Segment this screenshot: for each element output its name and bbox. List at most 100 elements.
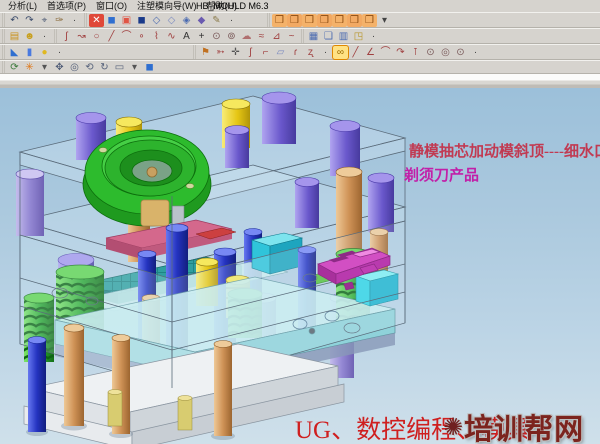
quick-extend-icon[interactable]: ʐ: [303, 46, 318, 59]
circle-icon[interactable]: ○: [89, 30, 104, 43]
offset-curve-icon[interactable]: ~: [284, 30, 299, 43]
menu-window[interactable]: 窗口(O): [91, 0, 132, 12]
polyline-icon[interactable]: ⌇: [149, 30, 164, 43]
pan-icon[interactable]: ✥: [52, 61, 67, 74]
sphere-icon[interactable]: ●: [37, 46, 52, 59]
menu-moldwizard[interactable]: 注塑模向导(W): [132, 0, 202, 12]
extract-curve-icon[interactable]: ❏: [321, 30, 336, 43]
profile-icon[interactable]: ∞: [333, 46, 348, 59]
fit-view-icon[interactable]: ✳: [22, 61, 37, 74]
ellipse-icon[interactable]: ⊚: [224, 30, 239, 43]
zoom-window-icon[interactable]: ▭: [112, 61, 127, 74]
studio-spline-icon[interactable]: ↝: [74, 30, 89, 43]
graphics-viewport[interactable]: 静模抽芯加动模斜顶----细水口模 剃须刀产品 UG、数控编程、模具 ✺ 培训帮…: [0, 88, 600, 444]
redo-icon[interactable]: ↷: [22, 14, 37, 27]
circle-dashed-icon[interactable]: ◎: [438, 46, 453, 59]
hidden-line-view-icon[interactable]: ◇: [164, 14, 179, 27]
toolbar-group-edit: ↶↷⌖✑·: [2, 13, 84, 27]
curve-fit-icon[interactable]: ʃ: [243, 46, 258, 59]
reattach-icon[interactable]: ✛: [228, 46, 243, 59]
toolbar-standard: ↶↷⌖✑· ✕◼▣◼◇◇◈◆✎· ❒❒❒❒❒❒❒▾: [0, 12, 600, 28]
point-constructor-icon[interactable]: +: [194, 30, 209, 43]
trim-recipe-icon[interactable]: ⊺: [408, 46, 423, 59]
corner-icon[interactable]: ⌐: [258, 46, 273, 59]
mw-parting-icon[interactable]: ❒: [362, 14, 377, 27]
watermark: ✺ 培训帮网: [443, 406, 584, 444]
chevron-down-icon[interactable]: ▾: [37, 61, 52, 74]
menu-bar: 分析(L)首选项(P)窗口(O)注塑模向导(W)帮助(H): [0, 0, 600, 12]
cone-icon[interactable]: ◣: [7, 46, 22, 59]
more-icon[interactable]: ▾: [377, 14, 392, 27]
studio-view-icon[interactable]: ◈: [179, 14, 194, 27]
watermark-text: 培训帮网: [464, 406, 584, 444]
arc-icon[interactable]: ⌒: [119, 30, 134, 43]
edit-display-icon[interactable]: ✎: [209, 14, 224, 27]
dock-strip: [0, 74, 600, 89]
chevron-down-icon[interactable]: ▾: [127, 61, 142, 74]
refresh-icon[interactable]: ⟳: [7, 61, 22, 74]
sketch-task-icon[interactable]: ▦: [306, 30, 321, 43]
dark-shaded-view-icon[interactable]: ◼: [134, 14, 149, 27]
derived-line-icon[interactable]: ∠: [363, 46, 378, 59]
more-icon[interactable]: ·: [37, 30, 52, 43]
face-analysis-icon[interactable]: ◆: [194, 14, 209, 27]
more-icon[interactable]: ·: [366, 30, 381, 43]
mw-mold-tools-icon[interactable]: ❒: [347, 14, 362, 27]
shaded-display-icon[interactable]: ◼: [142, 61, 157, 74]
shaded-view-icon[interactable]: ◼: [104, 14, 119, 27]
mw-shrinkage-icon[interactable]: ❒: [302, 14, 317, 27]
sketch-circle-icon[interactable]: ⊙: [423, 46, 438, 59]
wireframe-view-icon[interactable]: ◇: [149, 14, 164, 27]
rotate-icon[interactable]: ⟲: [82, 61, 97, 74]
more-icon[interactable]: ·: [318, 46, 333, 59]
toolbar-view-ops: ⟳✳▾✥◎⟲↻▭▾◼: [0, 60, 600, 74]
more-icon[interactable]: ·: [224, 14, 239, 27]
snapshot-icon[interactable]: ▣: [119, 14, 134, 27]
datum-plane-icon[interactable]: ◳: [351, 30, 366, 43]
more-icon[interactable]: ·: [67, 14, 82, 27]
circle-center-icon[interactable]: ⊙: [209, 30, 224, 43]
user-role-icon[interactable]: ☻: [22, 30, 37, 43]
nx-application-window: 分析(L)首选项(P)窗口(O)注塑模向导(W)帮助(H) HB_MOULD M…: [0, 0, 600, 444]
line-icon[interactable]: ╱: [104, 30, 119, 43]
spline-icon[interactable]: ∿: [164, 30, 179, 43]
sketch-profile-icon[interactable]: ʃ: [59, 30, 74, 43]
selection-tool-icon[interactable]: ✑: [52, 14, 67, 27]
point-icon[interactable]: ∘: [134, 30, 149, 43]
measure-icon[interactable]: ⌖: [37, 14, 52, 27]
helix-icon[interactable]: ≈: [254, 30, 269, 43]
more-icon[interactable]: ·: [52, 46, 67, 59]
toolbar-group-display: ⟳✳▾✥◎⟲↻▭▾◼: [2, 61, 159, 73]
orbit-icon[interactable]: ↻: [97, 61, 112, 74]
cylinder-icon[interactable]: ▮: [22, 46, 37, 59]
toolbar-group-primitives: ◣▮●·: [2, 45, 69, 59]
mw-workpiece-icon[interactable]: ❒: [317, 14, 332, 27]
menu-preferences[interactable]: 首选项(P): [42, 0, 91, 12]
toolbar-group-moldwizard: ❒❒❒❒❒❒❒▾: [267, 13, 394, 27]
sheet-icon[interactable]: ▱: [273, 46, 288, 59]
sketch-arc-icon[interactable]: ↷: [393, 46, 408, 59]
quick-trim-icon[interactable]: ɾ: [288, 46, 303, 59]
pattern-curve-icon[interactable]: ▥: [336, 30, 351, 43]
undo-icon[interactable]: ↶: [7, 14, 22, 27]
triangle-icon[interactable]: ⊿: [269, 30, 284, 43]
toolbar-group-sketch-ops: ▦❏▥◳·: [301, 29, 383, 43]
circle-point-icon[interactable]: ⊙: [453, 46, 468, 59]
open-file-icon[interactable]: ▤: [7, 30, 22, 43]
text-icon[interactable]: A: [179, 30, 194, 43]
cloud-icon[interactable]: ☁: [239, 30, 254, 43]
toolbar-feature: ◣▮●· ⚑➳✛ʃ⌐▱ɾʐ·∞╱∠⌒↷⊺⊙◎⊙·: [0, 44, 600, 60]
mw-initialize-project-icon[interactable]: ❒: [272, 14, 287, 27]
sketch-line-icon[interactable]: ╱: [348, 46, 363, 59]
toolbar-group-view: ✕◼▣◼◇◇◈◆✎·: [84, 13, 241, 27]
orient-view-icon[interactable]: ➳: [213, 46, 228, 59]
finish-sketch-icon[interactable]: ⚑: [198, 46, 213, 59]
more-icon[interactable]: ·: [468, 46, 483, 59]
window-title: HB_MOULD M6.3: [196, 0, 269, 12]
mw-mold-csys-icon[interactable]: ❒: [287, 14, 302, 27]
zoom-icon[interactable]: ◎: [67, 61, 82, 74]
menu-analysis[interactable]: 分析(L): [3, 0, 42, 12]
mw-cavity-layout-icon[interactable]: ❒: [332, 14, 347, 27]
fillet-icon[interactable]: ⌒: [378, 46, 393, 59]
remove-parameters-icon[interactable]: ✕: [89, 14, 104, 27]
